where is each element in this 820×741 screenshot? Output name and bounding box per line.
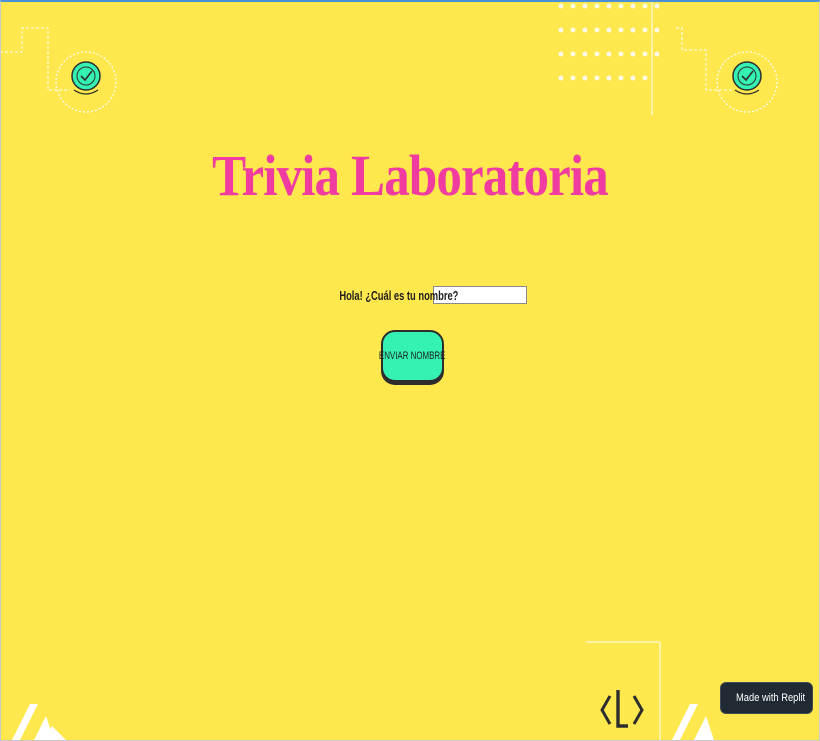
name-form: Hola! ¿Cuál es tu nombre? <box>0 286 820 304</box>
name-label: Hola! ¿Cuál es tu nombre? <box>339 287 459 303</box>
dot-grid-decoration <box>558 0 660 115</box>
page-title: Trivia Laboratoria <box>212 143 609 208</box>
submit-name-button[interactable]: ENVIAR NOMBRE <box>379 330 446 382</box>
made-with-replit-badge[interactable]: Made with Replit <box>720 682 813 714</box>
badge-check-icon <box>716 51 778 113</box>
submit-name-label: ENVIAR NOMBRE <box>379 350 446 362</box>
replit-badge-label: Made with Replit <box>736 692 806 704</box>
stripes-decoration-left <box>12 704 66 740</box>
badge-check-icon <box>55 51 117 113</box>
laboratoria-logo-icon <box>600 690 644 728</box>
